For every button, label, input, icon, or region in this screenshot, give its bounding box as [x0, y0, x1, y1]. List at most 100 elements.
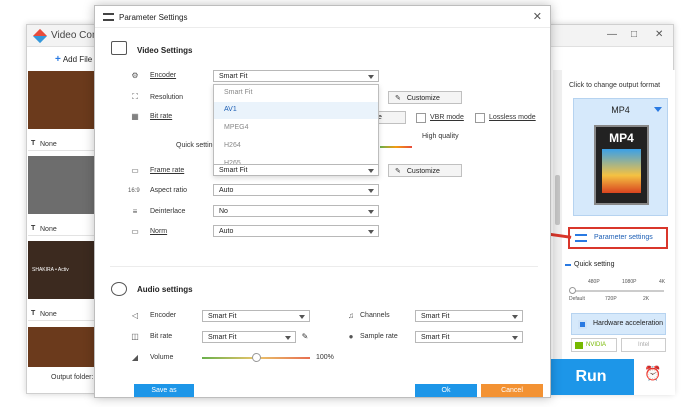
volume-icon: ◢	[131, 353, 139, 362]
sample-rate-select[interactable]: Smart Fit	[415, 331, 523, 343]
vbr-mode-label[interactable]: VBR mode	[430, 114, 464, 121]
audio-encoder-select[interactable]: Smart Fit	[202, 310, 310, 322]
video-settings-title: Video Settings	[137, 46, 193, 55]
tick-4k: 4K	[659, 279, 666, 285]
output-format-hint: Click to change output format	[569, 82, 661, 89]
quick-setting-partial-label: Quick setting	[176, 142, 217, 149]
video-bitrate-label[interactable]: Bit rate	[150, 113, 172, 120]
audio-bitrate-icon: ◫	[131, 332, 139, 341]
subtitle-row-1[interactable]: T None	[28, 139, 94, 151]
encoder-option[interactable]: MPEG4	[214, 120, 378, 137]
norm-select[interactable]: Auto	[213, 225, 379, 237]
gear-icon: ⚙	[131, 71, 139, 80]
video-encoder-label[interactable]: Encoder	[150, 72, 176, 79]
norm-label[interactable]: Norm	[150, 228, 167, 235]
frame-rate-select[interactable]: Smart Fit	[213, 164, 379, 176]
deinterlace-select[interactable]: No	[213, 205, 379, 217]
hardware-acceleration-checkbox[interactable]	[578, 320, 587, 329]
frame-rate-label[interactable]: Frame rate	[150, 167, 184, 174]
audio-settings-title: Audio settings	[137, 285, 193, 294]
mp4-format-icon: MP4	[594, 125, 649, 205]
quick-setting-knob[interactable]	[569, 287, 576, 294]
output-format-selector[interactable]: MP4 MP4	[573, 98, 668, 216]
lossless-mode-checkbox[interactable]	[475, 113, 485, 123]
video-thumbnail-4[interactable]	[28, 327, 94, 367]
channels-select[interactable]: Smart Fit	[415, 310, 523, 322]
intel-option[interactable]: Intel	[621, 338, 666, 352]
section-divider	[110, 266, 538, 267]
hardware-acceleration-toggle[interactable]: Hardware acceleration	[571, 313, 666, 335]
tick-2k: 2K	[643, 296, 650, 302]
high-quality-label: High quality	[422, 133, 459, 140]
aspect-ratio-select[interactable]: Auto	[213, 184, 379, 196]
cancel-button[interactable]: Cancel	[481, 384, 543, 397]
alarm-clock-icon[interactable]: ⏰	[642, 365, 664, 387]
encoder-option-selected[interactable]: AV1	[214, 102, 378, 119]
hardware-acceleration-label: Hardware acceleration	[593, 320, 664, 327]
video-encoder-select[interactable]: Smart Fit	[213, 70, 379, 82]
pencil-icon: ✎	[395, 168, 401, 175]
subtitle-row-2[interactable]: T None	[28, 224, 94, 236]
chevron-down-icon	[654, 107, 662, 112]
plus-icon: +	[55, 54, 61, 65]
sample-rate-label: Sample rate	[360, 333, 398, 340]
aspect-ratio-icon: 16:9	[128, 188, 140, 194]
volume-label: Volume	[150, 354, 174, 361]
audio-encoder-icon: ◁	[131, 311, 139, 320]
maximize-icon[interactable]: □	[631, 29, 637, 40]
volume-percent: 100%	[316, 354, 334, 361]
thumbnail-caption: SHAKIRA • Activ	[32, 267, 69, 273]
encoder-option[interactable]: Smart Fit	[214, 85, 378, 102]
dialog-close-icon[interactable]: ✕	[533, 10, 542, 23]
parameter-settings-label: Parameter settings	[594, 234, 653, 241]
aspect-ratio-label: Aspect ratio	[150, 187, 187, 194]
subtitle-value: None	[40, 311, 57, 318]
bitrate-icon: ▦	[131, 112, 139, 121]
vbr-mode-checkbox[interactable]	[416, 113, 426, 123]
text-icon: T	[31, 225, 36, 232]
dialog-title: Parameter Settings	[119, 13, 188, 22]
save-as-button[interactable]: Save as	[134, 384, 194, 397]
balloon-image	[602, 149, 641, 193]
deinterlace-icon: ≡	[132, 207, 138, 216]
tick-720p: 720P	[605, 296, 617, 302]
volume-knob[interactable]	[252, 353, 261, 362]
video-thumbnail-3[interactable]: SHAKIRA • Activ	[28, 241, 94, 299]
list-scrollbar-thumb[interactable]	[555, 175, 560, 225]
lossless-mode-label[interactable]: Lossless mode	[489, 114, 536, 121]
frame-rate-customize-button[interactable]: ✎ Customize	[388, 164, 462, 177]
tick-1080p: 1080P	[622, 279, 637, 285]
frame-rate-icon: ▭	[131, 166, 139, 175]
minimize-icon[interactable]: —	[607, 29, 617, 40]
add-files-label: Add File	[62, 55, 93, 64]
subtitle-row-3[interactable]: T None	[28, 309, 94, 321]
format-icon-text: MP4	[609, 131, 634, 145]
run-button[interactable]: Run	[548, 359, 634, 395]
microphone-icon: ●	[348, 332, 354, 341]
nvidia-option[interactable]: NVIDIA	[571, 338, 617, 352]
close-icon[interactable]: ✕	[655, 29, 663, 40]
quality-slider-track[interactable]	[380, 146, 412, 148]
sliders-icon	[575, 234, 587, 242]
resolution-customize-button[interactable]: ✎ Customize	[388, 91, 462, 104]
channels-icon: ♫	[348, 311, 354, 320]
deinterlace-label: Deinterlace	[150, 208, 186, 215]
parameter-settings-button[interactable]: Parameter settings	[568, 227, 668, 249]
film-icon	[111, 41, 127, 55]
video-thumbnail-2[interactable]	[28, 156, 94, 214]
sliders-icon	[103, 13, 114, 21]
video-thumbnail-1[interactable]	[28, 71, 94, 129]
customize-label: Customize	[406, 168, 440, 175]
customize-label: Customize	[406, 95, 440, 102]
pencil-icon[interactable]: ✎	[299, 332, 311, 344]
audio-bitrate-select[interactable]: Smart Fit	[202, 331, 296, 343]
audio-bitrate-label: Bit rate	[150, 333, 173, 340]
subtitle-value: None	[40, 141, 57, 148]
quick-setting-slider[interactable]	[572, 290, 664, 292]
add-files-button[interactable]: + Add File	[55, 54, 92, 65]
output-folder-label: Output folder:	[51, 374, 94, 381]
toolbar: + Add File	[27, 48, 97, 70]
resolution-label: Resolution	[150, 94, 184, 101]
encoder-option[interactable]: H264	[214, 138, 378, 155]
ok-button[interactable]: Ok	[415, 384, 477, 397]
